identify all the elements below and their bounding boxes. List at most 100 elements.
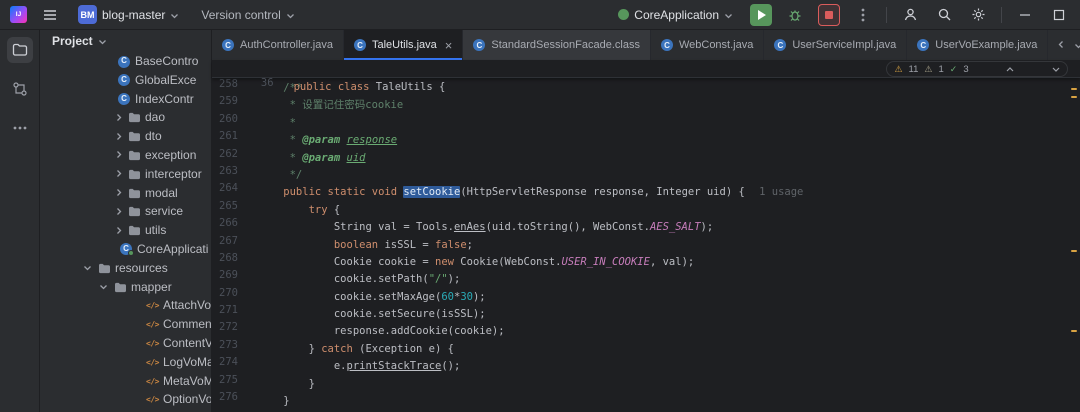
code-line-266[interactable]: 266 String val = Tools.enAes(uid.toStrin… — [212, 217, 1080, 234]
close-icon[interactable]: × — [445, 39, 453, 52]
main-menu-icon[interactable] — [39, 4, 61, 26]
spring-boot-icon — [618, 9, 630, 20]
search-icon[interactable] — [933, 4, 955, 26]
project-name: blog-master — [102, 7, 166, 22]
more-actions-icon[interactable] — [852, 4, 874, 26]
tree-item-metavomapp[interactable]: </> MetaVoMapp — [40, 372, 211, 391]
code-line-269[interactable]: 269 cookie.setPath("/"); — [212, 269, 1080, 286]
chevron-down-icon[interactable] — [1074, 36, 1080, 54]
chevron-up-icon[interactable] — [975, 44, 1015, 95]
bug-icon — [789, 10, 801, 21]
code-line-267[interactable]: 267 boolean isSSL = false; — [212, 235, 1080, 252]
code-lines: 258 /**259 * 设置记住密码cookie260 *261 * @par… — [212, 78, 1080, 408]
analysis-mark[interactable] — [1071, 96, 1077, 98]
project-selector[interactable]: BM blog-master — [73, 2, 184, 27]
tree-item-optionvomap[interactable]: </> OptionVoMap — [40, 390, 211, 409]
minimize-button[interactable] — [1014, 4, 1036, 26]
project-badge: BM — [78, 5, 97, 24]
tree-item-modal[interactable]: modal — [40, 184, 211, 203]
tree-item-resources[interactable]: resources — [40, 259, 211, 278]
tab-label: WebConst.java — [678, 39, 754, 51]
run-config-selector[interactable]: CoreApplication — [613, 3, 738, 27]
chevron-right-icon[interactable] — [114, 112, 124, 122]
vcs-selector[interactable]: Version control — [196, 3, 299, 27]
warning-count: 11 — [908, 63, 919, 75]
code-line-265[interactable]: 265 try { — [212, 200, 1080, 217]
tree-item-coreapplicati[interactable]: C CoreApplicati — [40, 240, 211, 259]
chevron-down-icon[interactable] — [82, 263, 92, 273]
code-with-me-icon[interactable] — [899, 4, 921, 26]
tab-StandardSessionFacade.class[interactable]: C StandardSessionFacade.class — [463, 30, 651, 60]
tree-item-basecontro[interactable]: C BaseContro — [40, 52, 211, 71]
code-line-271[interactable]: 271 cookie.setSecure(isSSL); — [212, 304, 1080, 321]
folder-icon — [128, 130, 142, 143]
code-line-268[interactable]: 268 Cookie cookie = new Cookie(WebConst.… — [212, 252, 1080, 269]
class-icon: C — [917, 39, 930, 52]
analysis-mark[interactable] — [1071, 250, 1077, 252]
stop-button[interactable] — [818, 3, 840, 26]
chevron-right-icon[interactable] — [114, 150, 124, 160]
chevron-right-icon[interactable] — [114, 225, 124, 235]
weak-warning-count: 1 — [938, 63, 944, 75]
run-button[interactable] — [750, 3, 772, 26]
inspections-widget[interactable]: ⚠ 11 ⚠ 1 ✓ 3 — [886, 61, 1068, 77]
line-number: 270 — [219, 286, 238, 299]
more-toolwindows-button[interactable] — [7, 115, 33, 141]
tab-label: UserServiceImpl.java — [792, 39, 897, 51]
tree-item-mapper[interactable]: mapper — [40, 278, 211, 297]
code-line-270[interactable]: 270 cookie.setMaxAge(60*30); — [212, 287, 1080, 304]
tree-item-commentvom[interactable]: </> CommentVoM — [40, 315, 211, 334]
code-area[interactable]: 258 /**259 * 设置记住密码cookie260 *261 * @par… — [212, 78, 1080, 412]
code-line-274[interactable]: 274 e.printStackTrace(); — [212, 356, 1080, 373]
maximize-button[interactable] — [1048, 4, 1070, 26]
tab-WebConst.java[interactable]: C WebConst.java — [651, 30, 765, 60]
project-toolwindow-button[interactable] — [6, 37, 33, 63]
tab-AuthController.java[interactable]: C AuthController.java — [212, 30, 344, 60]
tree-item-label: BaseContro — [135, 54, 199, 68]
tree-item-contentvoma[interactable]: </> ContentVoMa — [40, 334, 211, 353]
code-line-275[interactable]: 275 } — [212, 374, 1080, 391]
chevron-down-icon[interactable] — [1020, 44, 1060, 95]
project-panel-header[interactable]: Project — [40, 30, 211, 52]
tab-UserServiceImpl.java[interactable]: C UserServiceImpl.java — [764, 30, 908, 60]
code-line-273[interactable]: 273 } catch (Exception e) { — [212, 339, 1080, 356]
tree-item-dao[interactable]: dao — [40, 108, 211, 127]
structure-toolwindow-button[interactable] — [7, 76, 33, 102]
class-icon: C — [660, 39, 673, 52]
tree-item-exception[interactable]: exception — [40, 146, 211, 165]
analysis-mark[interactable] — [1071, 88, 1077, 90]
analysis-mark[interactable] — [1071, 330, 1077, 332]
code-text: cookie.setMaxAge(60*30); — [258, 290, 486, 303]
class-icon: C — [222, 39, 234, 52]
chevron-down-icon[interactable] — [98, 282, 108, 292]
tree-item-utils[interactable]: utils — [40, 221, 211, 240]
code-line-259[interactable]: 259 * 设置记住密码cookie — [212, 95, 1080, 112]
chevron-right-icon[interactable] — [114, 188, 124, 198]
tree-item-logvomappe[interactable]: </> LogVoMappe — [40, 353, 211, 372]
code-line-264[interactable]: 264 public static void setCookie(HttpSer… — [212, 182, 1080, 199]
settings-gear-icon[interactable] — [967, 4, 989, 26]
line-number: 271 — [219, 304, 238, 317]
project-tree: C BaseContro C GlobalExce C IndexContr dao dto e… — [40, 52, 211, 409]
tab-TaleUtils.java[interactable]: C TaleUtils.java × — [343, 30, 464, 60]
tree-item-indexcontr[interactable]: C IndexContr — [40, 90, 211, 109]
tree-item-attachvomap[interactable]: </> AttachVoMap — [40, 296, 211, 315]
debug-button[interactable] — [784, 4, 806, 26]
tree-item-interceptor[interactable]: interceptor — [40, 165, 211, 184]
tree-item-service[interactable]: service — [40, 202, 211, 221]
tree-item-globalexce[interactable]: C GlobalExce — [40, 71, 211, 90]
folder-icon — [98, 262, 112, 275]
editor-tabbar: C AuthController.java C TaleUtils.java × C Sta… — [212, 30, 1080, 60]
chevron-right-icon[interactable] — [114, 131, 124, 141]
code-line-262[interactable]: 262 * @param uid — [212, 148, 1080, 165]
tree-item-dto[interactable]: dto — [40, 127, 211, 146]
code-line-276[interactable]: 276 } — [212, 391, 1080, 408]
code-line-260[interactable]: 260 * — [212, 113, 1080, 130]
chevron-right-icon[interactable] — [114, 169, 124, 179]
class-icon: C — [118, 93, 132, 106]
code-line-261[interactable]: 261 * @param response — [212, 130, 1080, 147]
code-line-272[interactable]: 272 response.addCookie(cookie); — [212, 321, 1080, 338]
code-line-263[interactable]: 263 */ — [212, 165, 1080, 182]
chevron-right-icon[interactable] — [114, 206, 124, 216]
sticky-line[interactable]: 36 public class TaleUtils { ⚠ 11 ⚠ 1 ✓ 3 — [212, 60, 1080, 93]
